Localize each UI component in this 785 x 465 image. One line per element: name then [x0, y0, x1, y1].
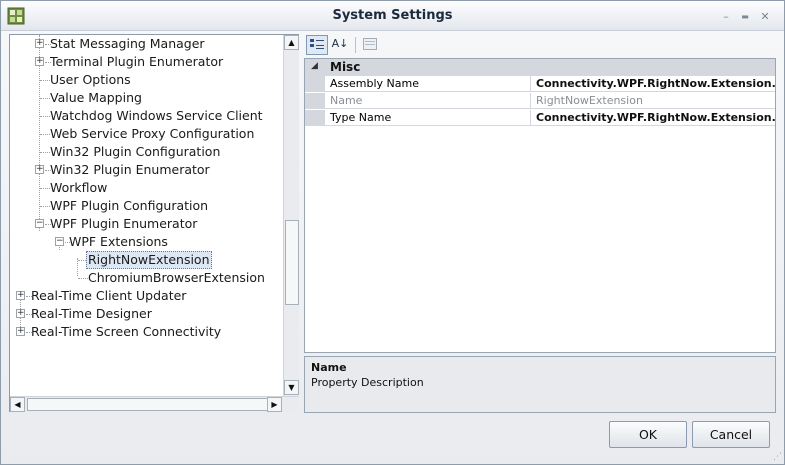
tree-item-label: Real-Time Client Updater: [31, 288, 187, 303]
settings-tree[interactable]: + Stat Messaging Manager + Terminal Plug…: [9, 34, 299, 412]
expand-icon[interactable]: +: [35, 57, 44, 66]
cancel-button[interactable]: Cancel: [692, 421, 770, 448]
tree-item[interactable]: + Real-Time Screen Connectivity: [10, 323, 282, 341]
tree-item[interactable]: User Options: [10, 71, 282, 89]
category-row-misc[interactable]: ◢ Misc: [305, 59, 775, 76]
toolbar-separator: [355, 37, 356, 53]
window-title: System Settings: [332, 8, 453, 23]
collapse-icon[interactable]: −: [35, 219, 44, 228]
tree-item-label: WPF Plugin Configuration: [50, 198, 209, 213]
property-name: Type Name: [326, 110, 531, 126]
expand-icon[interactable]: +: [35, 165, 44, 174]
tree-item-label: WPF Extensions: [69, 234, 168, 249]
tree-item-label: Win32 Plugin Configuration: [50, 144, 221, 159]
tree-item[interactable]: + Stat Messaging Manager: [10, 35, 282, 53]
tree-item[interactable]: + Win32 Plugin Enumerator: [10, 161, 282, 179]
title-bar[interactable]: System Settings – ▬ ✕: [1, 1, 784, 31]
tree-item-label: Stat Messaging Manager: [50, 36, 205, 51]
tree-item-label: Real-Time Screen Connectivity: [31, 324, 222, 339]
tree-item[interactable]: Value Mapping: [10, 89, 282, 107]
close-icon[interactable]: ✕: [758, 11, 772, 23]
vertical-scroll-thumb[interactable]: [285, 220, 299, 305]
description-title: Name: [311, 361, 347, 374]
description-text: Property Description: [311, 376, 424, 389]
tree-item-selected[interactable]: RightNowExtension: [10, 251, 282, 269]
tree-item[interactable]: − WPF Extensions: [10, 233, 282, 251]
property-value: RightNowExtension: [536, 94, 643, 107]
property-pages-icon[interactable]: [359, 35, 381, 55]
resize-grip-icon[interactable]: ⋰: [773, 452, 782, 462]
sort-alpha-icon[interactable]: A↓: [329, 35, 351, 55]
expand-icon[interactable]: +: [35, 39, 44, 48]
property-row-assembly-name[interactable]: Assembly Name Connectivity.WPF.RightNow.…: [305, 76, 775, 92]
property-description-pane: Name Property Description: [304, 356, 776, 413]
expand-icon[interactable]: +: [16, 291, 25, 300]
tree-item-label: WPF Plugin Enumerator: [50, 216, 198, 231]
tree-item[interactable]: + Real-Time Client Updater: [10, 287, 282, 305]
tree-item[interactable]: WPF Plugin Configuration: [10, 197, 282, 215]
tree-item-label: Real-Time Designer: [31, 306, 152, 321]
tree-item-label: Workflow: [50, 180, 108, 195]
expand-icon[interactable]: +: [16, 327, 25, 336]
tree-item[interactable]: Workflow: [10, 179, 282, 197]
collapse-icon[interactable]: −: [55, 237, 64, 246]
tree-item[interactable]: + Terminal Plugin Enumerator: [10, 53, 282, 71]
scroll-right-icon[interactable]: ▶: [267, 397, 282, 412]
tree-vertical-scrollbar[interactable]: ▲ ▼: [283, 35, 299, 396]
tree-item[interactable]: + Real-Time Designer: [10, 305, 282, 323]
tree-item[interactable]: ChromiumBrowserExtension: [10, 269, 282, 287]
tree-horizontal-scrollbar[interactable]: ◀ ▶: [10, 396, 299, 412]
tree-item-label: ChromiumBrowserExtension: [88, 270, 265, 285]
category-label: Misc: [330, 60, 361, 74]
horizontal-scroll-thumb[interactable]: [27, 398, 276, 411]
categorized-icon[interactable]: [306, 35, 328, 55]
tree-item-label: Terminal Plugin Enumerator: [50, 54, 224, 69]
tree-content: + Stat Messaging Manager + Terminal Plug…: [10, 35, 282, 396]
tree-item[interactable]: Watchdog Windows Service Client: [10, 107, 282, 125]
scroll-left-icon[interactable]: ◀: [10, 397, 25, 412]
ok-button[interactable]: OK: [609, 421, 687, 448]
tree-item[interactable]: Win32 Plugin Configuration: [10, 143, 282, 161]
scroll-up-icon[interactable]: ▲: [284, 35, 299, 50]
property-grid-toolbar: A↓: [304, 34, 776, 56]
scroll-down-icon[interactable]: ▼: [284, 380, 299, 395]
tree-item-label: RightNowExtension: [86, 251, 212, 269]
tree-item-label: User Options: [50, 72, 131, 87]
maximize-icon[interactable]: ▬: [738, 11, 752, 23]
collapse-category-icon[interactable]: ◢: [311, 61, 318, 71]
minimize-icon[interactable]: –: [719, 11, 733, 23]
property-name: Assembly Name: [326, 76, 531, 92]
system-settings-window: System Settings – ▬ ✕ + Stat Messaging M…: [0, 0, 785, 465]
expand-icon[interactable]: +: [16, 309, 25, 318]
property-value[interactable]: Connectivity.WPF.RightNow.Extension.Righ…: [532, 110, 775, 126]
tree-item[interactable]: Web Service Proxy Configuration: [10, 125, 282, 143]
tree-item-label: Web Service Proxy Configuration: [50, 126, 255, 141]
property-row-type-name[interactable]: Type Name Connectivity.WPF.RightNow.Exte…: [305, 110, 775, 126]
tree-item-label: Watchdog Windows Service Client: [50, 108, 263, 123]
tree-item[interactable]: − WPF Plugin Enumerator: [10, 215, 282, 233]
property-name: Name: [326, 93, 531, 109]
property-row-name[interactable]: Name RightNowExtension: [305, 93, 775, 109]
tree-item-label: Win32 Plugin Enumerator: [50, 162, 210, 177]
tree-item-label: Value Mapping: [50, 90, 142, 105]
property-grid[interactable]: ◢ Misc Assembly Name Connectivity.WPF.Ri…: [304, 58, 776, 353]
property-value[interactable]: Connectivity.WPF.RightNow.Extension.dll: [532, 76, 775, 92]
